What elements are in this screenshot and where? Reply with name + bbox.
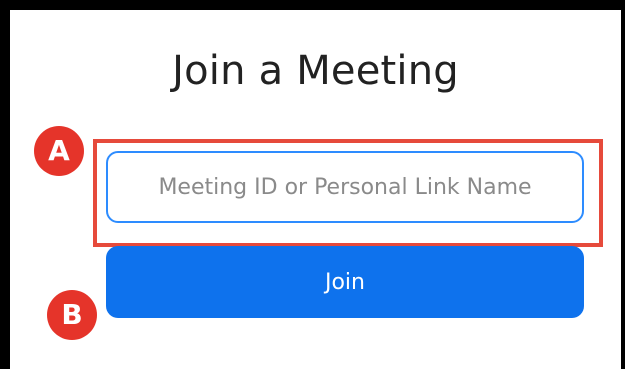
join-button[interactable]: Join: [106, 246, 584, 318]
annotation-marker-a: A: [34, 126, 84, 176]
meeting-id-input[interactable]: [106, 151, 584, 223]
annotation-marker-b: B: [47, 290, 97, 340]
page-title: Join a Meeting: [172, 48, 459, 94]
join-meeting-dialog: Join a Meeting Join A B: [0, 0, 625, 369]
